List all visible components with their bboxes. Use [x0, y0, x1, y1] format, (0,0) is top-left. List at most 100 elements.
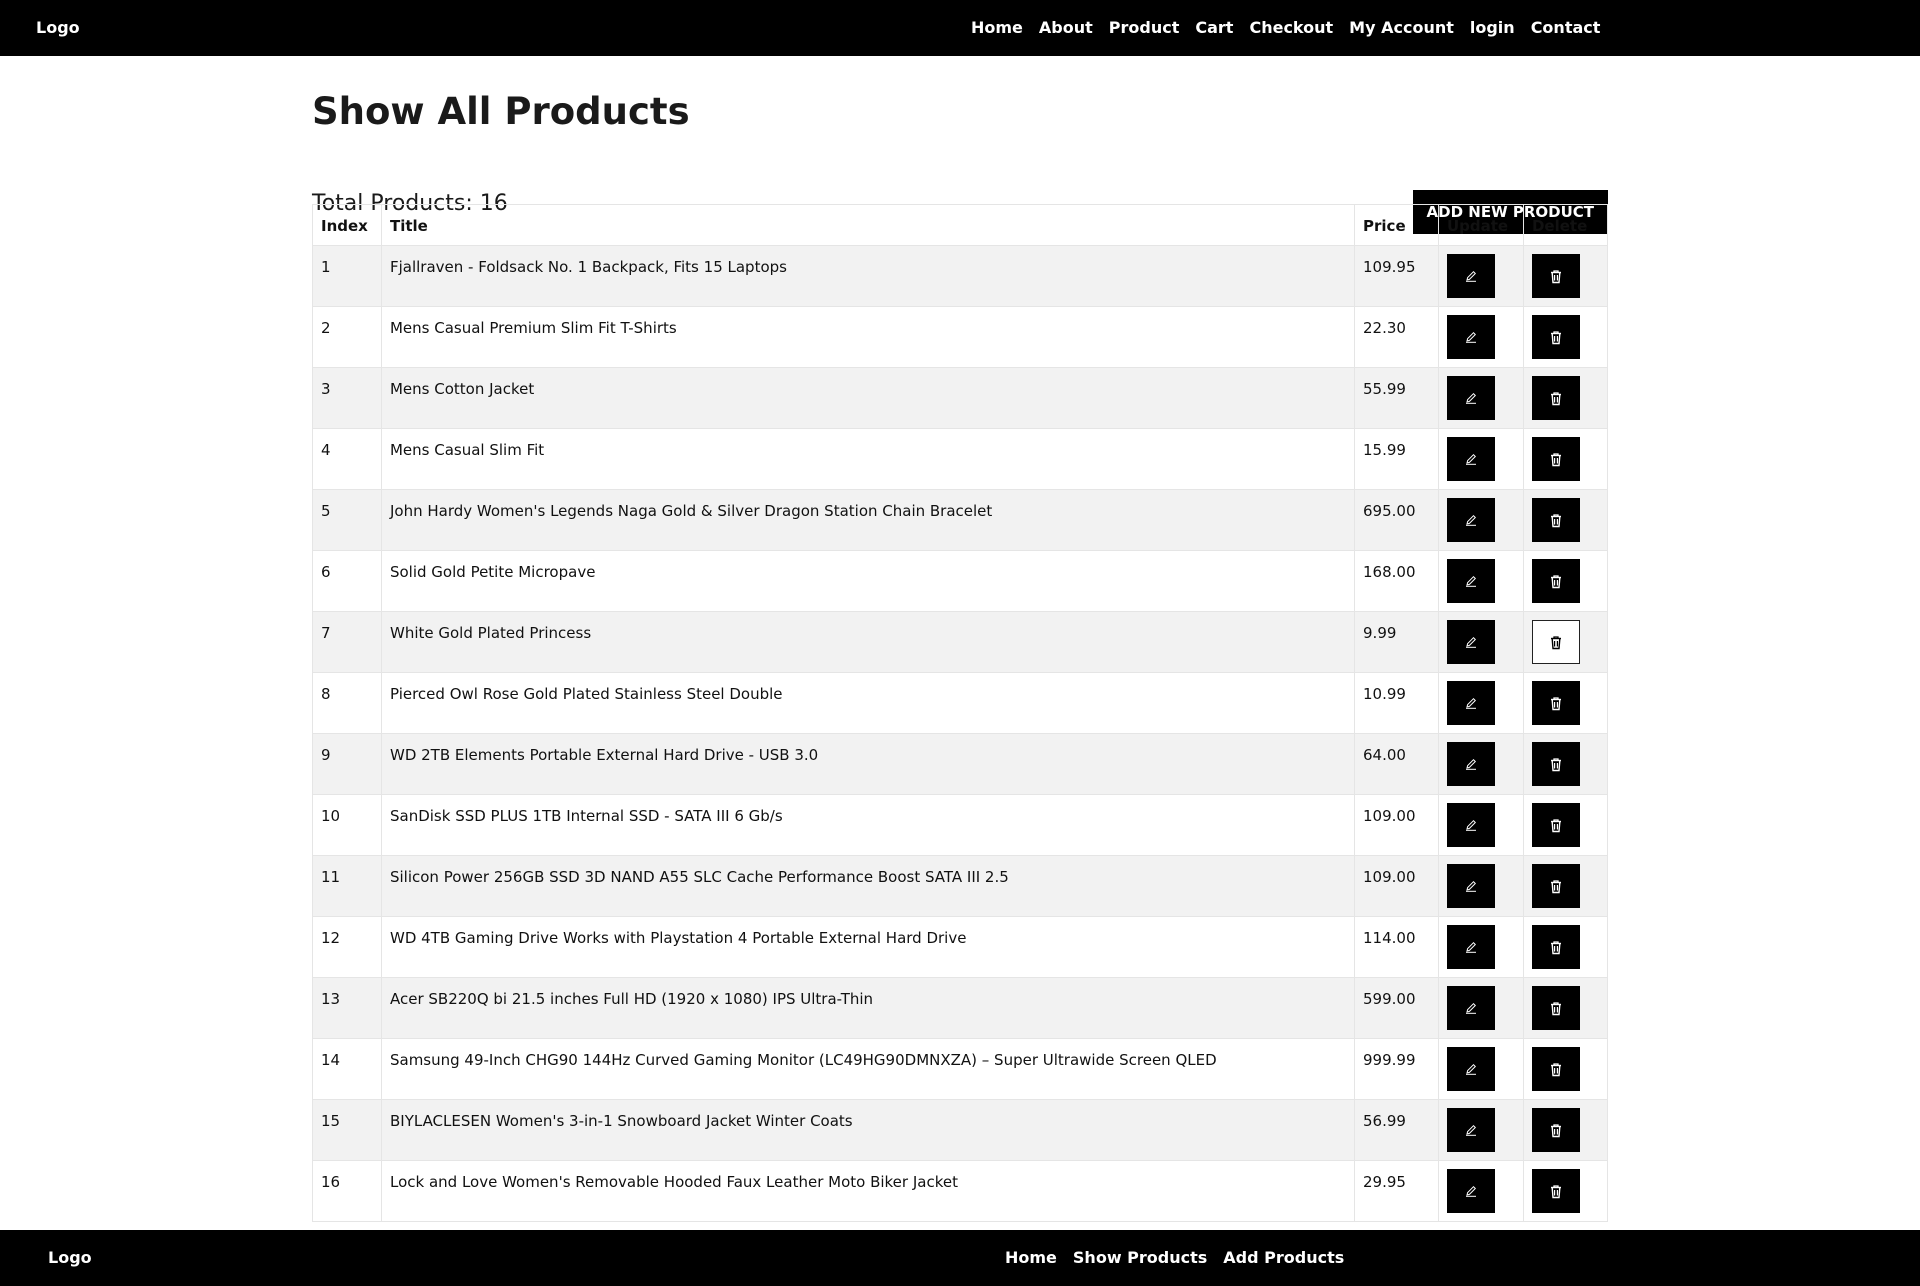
footer-nav: Home Show Products Add Products — [1005, 1248, 1344, 1267]
delete-button[interactable] — [1531, 986, 1580, 1030]
trash-icon — [1549, 1062, 1563, 1077]
update-button[interactable] — [1446, 1108, 1495, 1152]
nav-about-link[interactable]: About — [1039, 18, 1093, 37]
update-button[interactable] — [1446, 681, 1495, 725]
trash-icon — [1549, 635, 1563, 650]
update-cell — [1437, 367, 1524, 429]
update-button[interactable] — [1446, 1047, 1495, 1091]
pencil-icon — [1464, 940, 1478, 954]
row-title: Silicon Power 256GB SSD 3D NAND A55 SLC … — [380, 855, 1356, 917]
delete-button[interactable] — [1531, 742, 1580, 786]
row-index: 12 — [312, 916, 382, 978]
row-index: 13 — [312, 977, 382, 1039]
table-row: 7 White Gold Plated Princess 9.99 — [312, 611, 1609, 673]
update-button[interactable] — [1446, 742, 1495, 786]
footer-home-link[interactable]: Home — [1005, 1248, 1057, 1267]
row-title: BIYLACLESEN Women's 3-in-1 Snowboard Jac… — [380, 1099, 1356, 1161]
delete-button[interactable] — [1531, 1047, 1580, 1091]
delete-button[interactable] — [1531, 437, 1580, 481]
products-table: Index Title Price Update Delete 1 Fjallra… — [312, 204, 1609, 1222]
delete-button[interactable] — [1531, 620, 1580, 664]
footer-logo[interactable]: Logo — [48, 1248, 92, 1267]
trash-icon — [1549, 1123, 1563, 1138]
update-button[interactable] — [1446, 620, 1495, 664]
delete-button[interactable] — [1531, 254, 1580, 298]
nav-checkout-link[interactable]: Checkout — [1249, 18, 1333, 37]
update-button[interactable] — [1446, 437, 1495, 481]
row-price: 999.99 — [1354, 1038, 1439, 1100]
header-logo[interactable]: Logo — [36, 18, 80, 37]
trash-icon — [1549, 1184, 1563, 1199]
table-row: 11 Silicon Power 256GB SSD 3D NAND A55 SL… — [312, 855, 1609, 917]
pencil-icon — [1464, 879, 1478, 893]
trash-icon — [1549, 269, 1563, 284]
table-row: 6 Solid Gold Petite Micropave 168.00 — [312, 550, 1609, 612]
update-button[interactable] — [1446, 376, 1495, 420]
row-index: 1 — [312, 245, 382, 307]
nav-my-account-link[interactable]: My Account — [1349, 18, 1454, 37]
table-row: 13 Acer SB220Q bi 21.5 inches Full HD (19… — [312, 977, 1609, 1039]
nav-home-link[interactable]: Home — [971, 18, 1023, 37]
delete-button[interactable] — [1531, 681, 1580, 725]
row-index: 8 — [312, 672, 382, 734]
trash-icon — [1549, 513, 1563, 528]
row-price: 55.99 — [1354, 367, 1439, 429]
delete-button[interactable] — [1531, 864, 1580, 908]
delete-button[interactable] — [1531, 1169, 1580, 1213]
row-price: 29.95 — [1354, 1160, 1439, 1222]
update-button[interactable] — [1446, 1169, 1495, 1213]
table-row: 5 John Hardy Women's Legends Naga Gold & … — [312, 489, 1609, 551]
update-cell — [1437, 977, 1524, 1039]
delete-button[interactable] — [1531, 376, 1580, 420]
row-price: 695.00 — [1354, 489, 1439, 551]
nav-cart-link[interactable]: Cart — [1195, 18, 1233, 37]
update-button[interactable] — [1446, 498, 1495, 542]
update-cell — [1437, 733, 1524, 795]
delete-button[interactable] — [1531, 1108, 1580, 1152]
update-button[interactable] — [1446, 986, 1495, 1030]
delete-button[interactable] — [1531, 925, 1580, 969]
row-price: 15.99 — [1354, 428, 1439, 490]
row-index: 15 — [312, 1099, 382, 1161]
delete-cell — [1522, 428, 1609, 490]
row-price: 168.00 — [1354, 550, 1439, 612]
row-title: White Gold Plated Princess — [380, 611, 1356, 673]
row-index: 6 — [312, 550, 382, 612]
delete-button[interactable] — [1531, 559, 1580, 603]
delete-button[interactable] — [1531, 315, 1580, 359]
update-button[interactable] — [1446, 925, 1495, 969]
update-cell — [1437, 245, 1524, 307]
update-button[interactable] — [1446, 864, 1495, 908]
trash-icon — [1549, 574, 1563, 589]
main-content: Show All Products Total Products: 16 ADD… — [312, 90, 1609, 1222]
top-navbar: Logo Home About Product Cart Checkout My… — [0, 0, 1920, 56]
update-button[interactable] — [1446, 559, 1495, 603]
nav-product-link[interactable]: Product — [1109, 18, 1180, 37]
update-cell — [1437, 611, 1524, 673]
delete-cell — [1522, 611, 1609, 673]
products-table-body: 1 Fjallraven - Foldsack No. 1 Backpack, F… — [312, 245, 1609, 1222]
update-cell — [1437, 306, 1524, 368]
row-title: John Hardy Women's Legends Naga Gold & S… — [380, 489, 1356, 551]
trash-icon — [1549, 330, 1563, 345]
delete-cell — [1522, 1099, 1609, 1161]
pencil-icon — [1464, 1123, 1478, 1137]
update-cell — [1437, 428, 1524, 490]
nav-contact-link[interactable]: Contact — [1531, 18, 1601, 37]
delete-button[interactable] — [1531, 498, 1580, 542]
update-button[interactable] — [1446, 803, 1495, 847]
header-nav: Home About Product Cart Checkout My Acco… — [971, 18, 1600, 37]
row-price: 109.00 — [1354, 794, 1439, 856]
trash-icon — [1549, 879, 1563, 894]
nav-login-link[interactable]: login — [1470, 18, 1515, 37]
update-button[interactable] — [1446, 315, 1495, 359]
update-button[interactable] — [1446, 254, 1495, 298]
footer-add-products-link[interactable]: Add Products — [1223, 1248, 1344, 1267]
delete-cell — [1522, 916, 1609, 978]
delete-cell — [1522, 367, 1609, 429]
delete-button[interactable] — [1531, 803, 1580, 847]
footer-show-products-link[interactable]: Show Products — [1073, 1248, 1207, 1267]
delete-cell — [1522, 245, 1609, 307]
pencil-icon — [1464, 1184, 1478, 1198]
update-cell — [1437, 1099, 1524, 1161]
